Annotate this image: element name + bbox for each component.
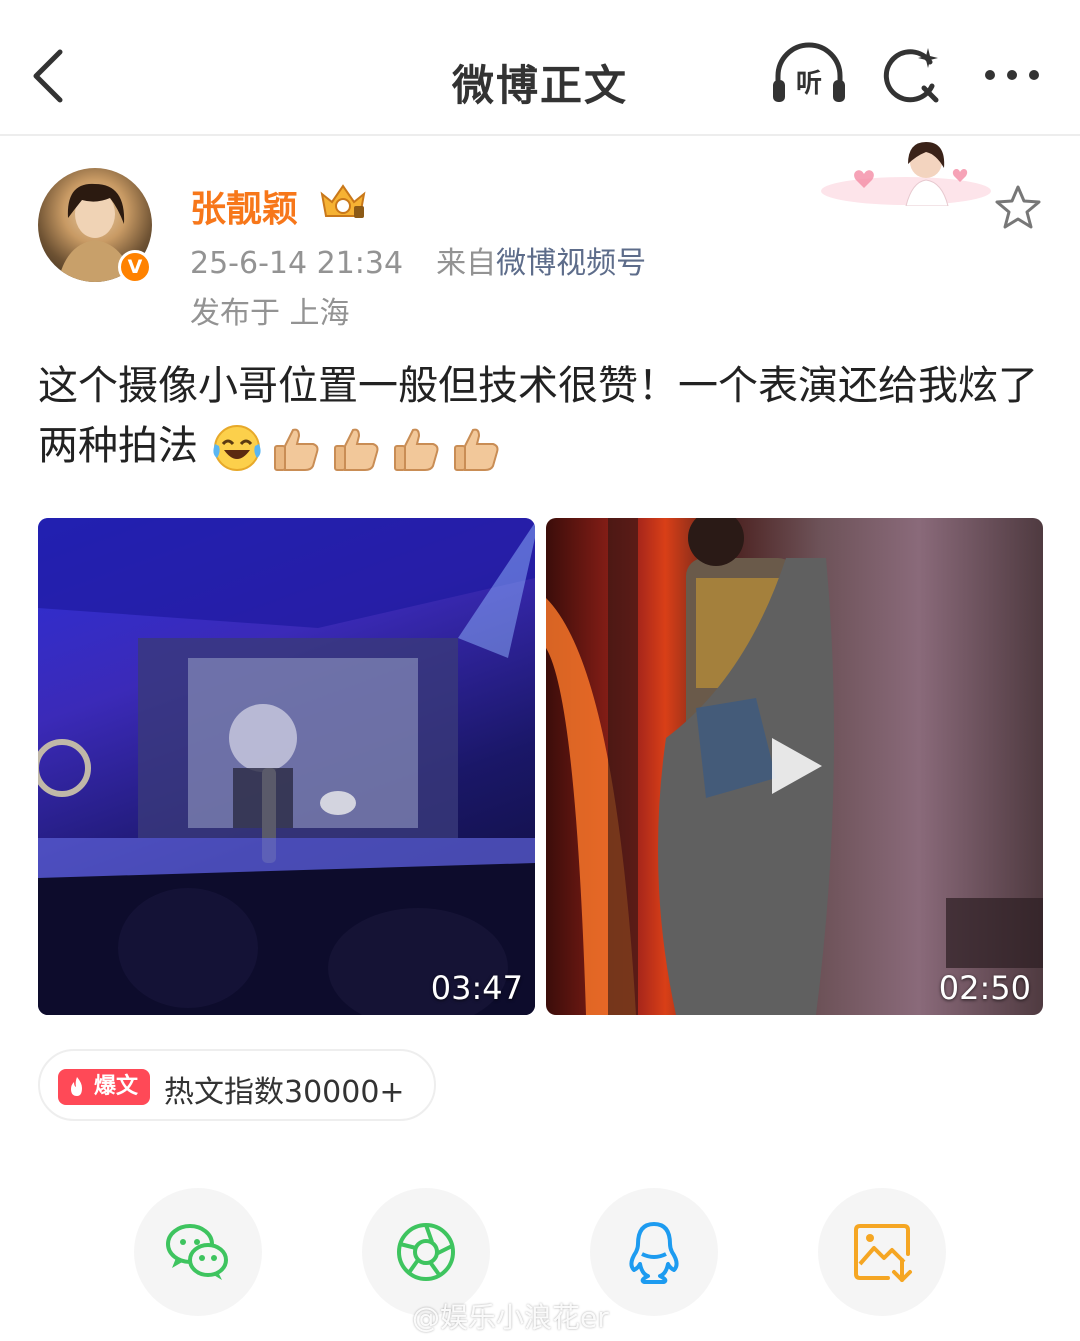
save-image-icon: [854, 1224, 912, 1282]
decorative-card-icon: [821, 142, 991, 206]
thumbs-up-emoji: [393, 428, 439, 471]
favorite-star-icon[interactable]: [994, 184, 1042, 230]
timestamp: 25-6-14 21:34: [190, 246, 404, 281]
share-qq-button[interactable]: [590, 1188, 718, 1316]
source-link[interactable]: 微博视频号: [496, 246, 646, 281]
wechat-icon: [166, 1224, 228, 1280]
author-avatar[interactable]: V: [38, 168, 152, 284]
post-body: 这个摄像小哥位置一般但技术很赞！一个表演还给我炫了两种拍法: [38, 356, 1042, 476]
watermark: @娱乐小浪花er: [412, 1301, 609, 1334]
play-icon[interactable]: [766, 734, 826, 798]
video-thumbnail-2[interactable]: 02:50: [546, 518, 1043, 1015]
video-duration: 03:47: [430, 969, 523, 1007]
post-meta: 25-6-14 21:34 来自微博视频号: [190, 238, 646, 282]
crown-icon: [320, 184, 366, 218]
post-text: 这个摄像小哥位置一般但技术很赞！一个表演还给我炫了两种拍法: [38, 363, 1038, 469]
video-duration: 02:50: [938, 969, 1031, 1007]
author-name[interactable]: 张靓颖: [190, 180, 298, 232]
hot-post-badge[interactable]: 爆文 热文指数30000+: [38, 1049, 436, 1121]
more-icon[interactable]: [980, 60, 1044, 90]
hot-tag: 爆文: [58, 1069, 150, 1105]
save-image-button[interactable]: [818, 1188, 946, 1316]
thumbs-up-emoji: [273, 428, 319, 471]
thumbs-up-emoji: [453, 428, 499, 471]
fire-icon: [71, 1077, 82, 1096]
hot-index-text: 热文指数30000+: [164, 1075, 405, 1110]
verified-badge: V: [118, 250, 152, 284]
post-location: 发布于 上海: [190, 296, 350, 331]
moments-icon: [397, 1223, 455, 1281]
hot-tag-label: 爆文: [94, 1074, 139, 1099]
headphones-icon: 听: [773, 42, 845, 102]
laughing-tears-emoji: [213, 425, 261, 471]
source-prefix: 来自: [436, 246, 497, 281]
video-thumbnail-1[interactable]: 03:47: [38, 518, 535, 1015]
share-wechat-button[interactable]: [134, 1188, 262, 1316]
emoji-row: [211, 422, 503, 474]
listen-label: 听: [796, 69, 822, 99]
video-still-1: [38, 518, 535, 1015]
qq-icon: [629, 1222, 679, 1284]
thumbs-up-emoji: [333, 428, 379, 471]
refresh-icon[interactable]: [880, 44, 942, 106]
top-bar: 微博正文 听: [0, 0, 1080, 136]
listen-button[interactable]: 听: [770, 42, 848, 108]
